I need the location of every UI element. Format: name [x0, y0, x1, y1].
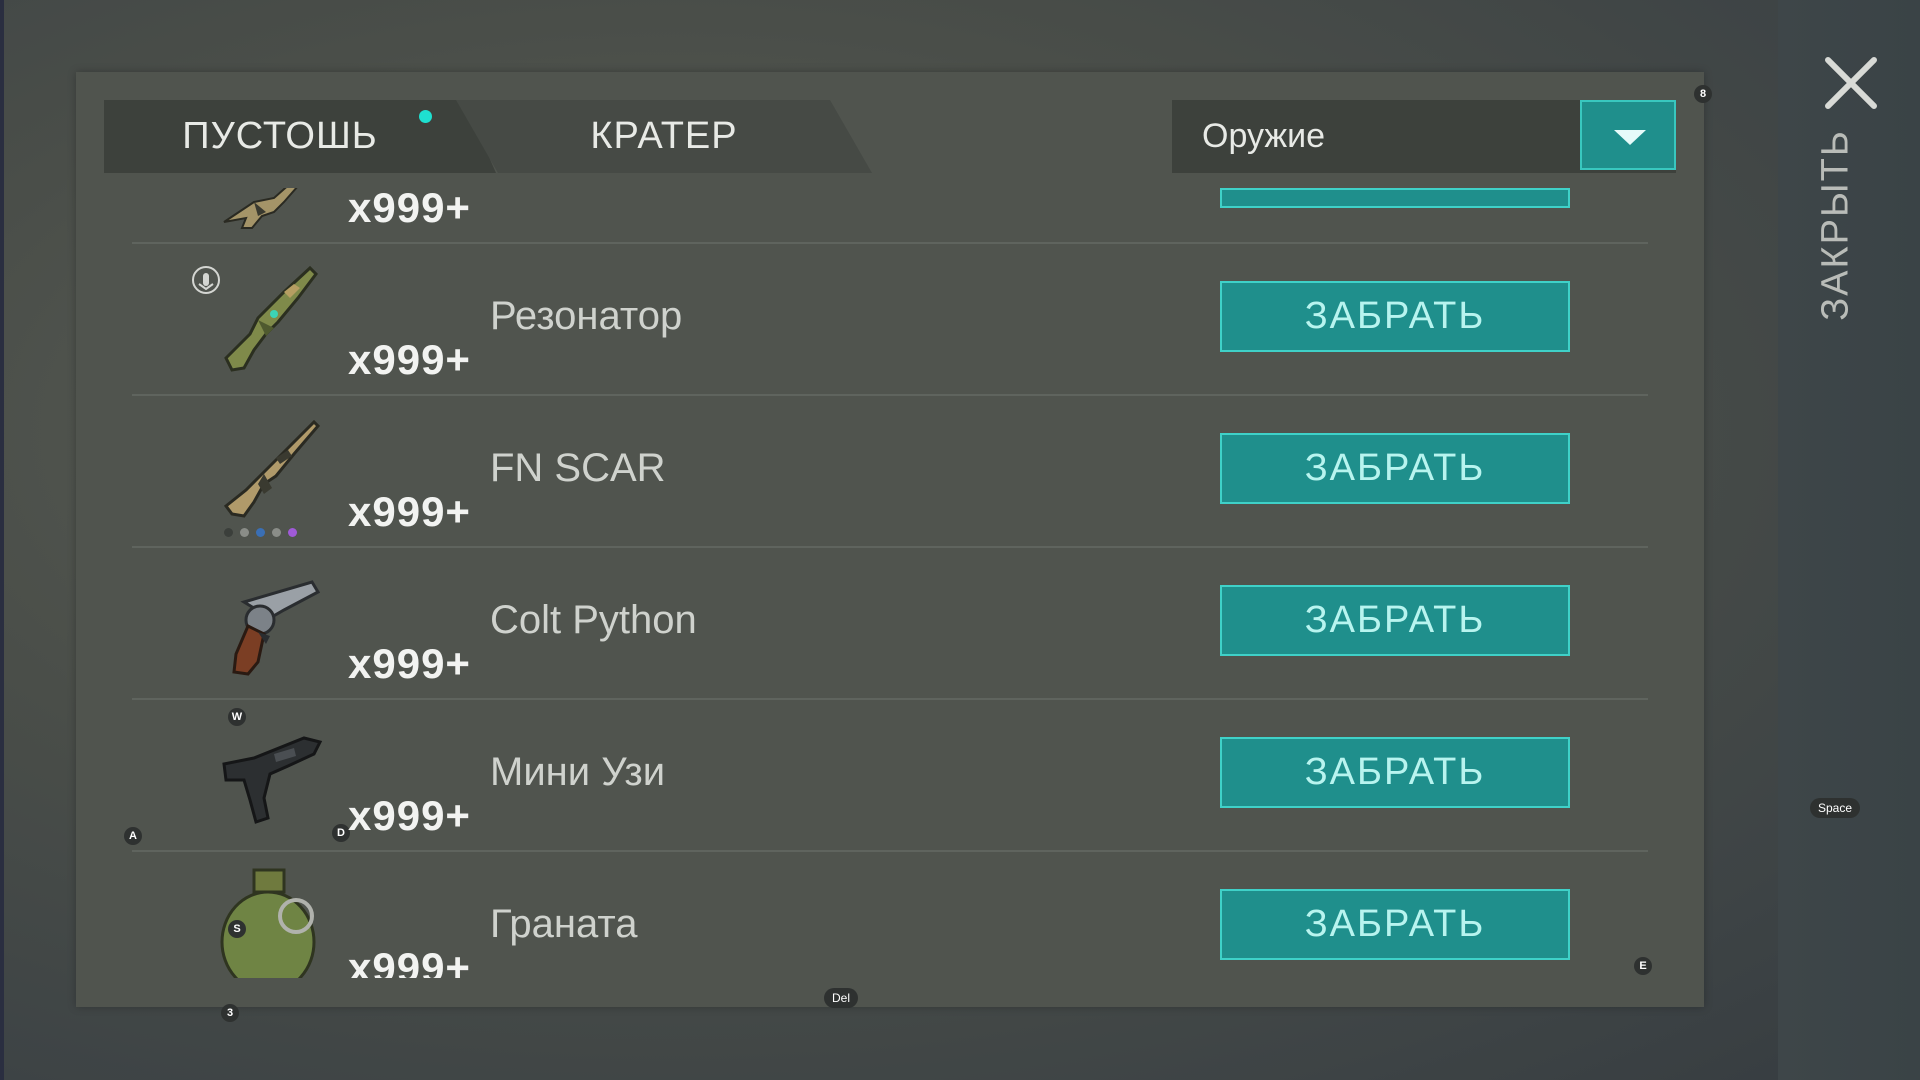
take-button[interactable]: ЗАБРАТЬ: [1220, 737, 1570, 808]
close-icon[interactable]: [1822, 54, 1880, 112]
take-button[interactable]: ЗАБРАТЬ: [1220, 281, 1570, 352]
screen-edge: [0, 0, 4, 1080]
take-button-partial[interactable]: [1220, 188, 1570, 208]
hotkey-badge-space: Space: [1810, 798, 1861, 818]
item-quantity: x999+: [348, 336, 471, 383]
item-quantity: x999+: [348, 488, 471, 535]
item-list[interactable]: x999+ x999+ Резонатор ЗАБРАТЬ x999+ FN S…: [104, 188, 1676, 978]
uzi-icon: [222, 736, 323, 824]
item-name: Граната: [490, 902, 638, 946]
hotkey-badge-del: Del: [824, 988, 859, 1008]
hotkey-badge-8: 8: [1694, 85, 1712, 103]
close-label: ЗАКРЫТЬ: [1814, 129, 1857, 321]
tab-bar: ПУСТОШЬ КРАТЕР: [104, 100, 872, 173]
list-item: x999+ Резонатор ЗАБРАТЬ: [132, 244, 1648, 396]
category-dropdown[interactable]: Оружие: [1172, 100, 1676, 173]
fn-scar-rifle-icon: [223, 419, 321, 518]
notification-dot: [419, 110, 432, 123]
hotkey-badge-s: S: [228, 920, 246, 938]
rarity-indicator: [224, 524, 304, 542]
hotkey-badge-e: E: [1634, 957, 1652, 975]
rifle-icon: [223, 188, 298, 229]
tab-crater[interactable]: КРАТЕР: [456, 100, 872, 173]
item-quantity: x999+: [348, 792, 471, 839]
item-quantity: x999+: [348, 944, 471, 978]
tab-wasteland-label: ПУСТОШЬ: [182, 115, 378, 157]
hotkey-badge-3: 3: [221, 1004, 239, 1022]
tab-crater-label: КРАТЕР: [590, 115, 738, 157]
revolver-icon: [232, 580, 321, 676]
list-item: S x999+ Граната ЗАБРАТЬ: [132, 852, 1648, 978]
item-name: Мини Узи: [490, 750, 666, 794]
item-name: Colt Python: [490, 598, 697, 642]
list-item: x999+ Colt Python ЗАБРАТЬ: [132, 548, 1648, 700]
dropdown-toggle-button[interactable]: [1580, 100, 1676, 170]
item-quantity: x999+: [348, 640, 471, 687]
take-button[interactable]: ЗАБРАТЬ: [1220, 433, 1570, 504]
take-button[interactable]: ЗАБРАТЬ: [1220, 585, 1570, 656]
chevron-down-icon: [1614, 130, 1646, 145]
hotkey-badge-a: A: [124, 827, 142, 845]
item-quantity: x999+: [348, 188, 471, 231]
close-button[interactable]: ЗАКРЫТЬ: [1812, 129, 1860, 321]
item-name: Резонатор: [490, 294, 683, 338]
take-button[interactable]: ЗАБРАТЬ: [1220, 889, 1570, 960]
tab-wasteland[interactable]: ПУСТОШЬ: [104, 100, 496, 173]
category-dropdown-value: Оружие: [1202, 117, 1326, 155]
list-item: x999+: [132, 188, 1648, 244]
list-item: W D x999+ Мини Узи ЗАБРАТЬ: [132, 700, 1648, 852]
item-name: FN SCAR: [490, 446, 666, 490]
list-item: x999+ FN SCAR ЗАБРАТЬ: [132, 396, 1648, 548]
resonator-rifle-icon: [224, 265, 318, 372]
